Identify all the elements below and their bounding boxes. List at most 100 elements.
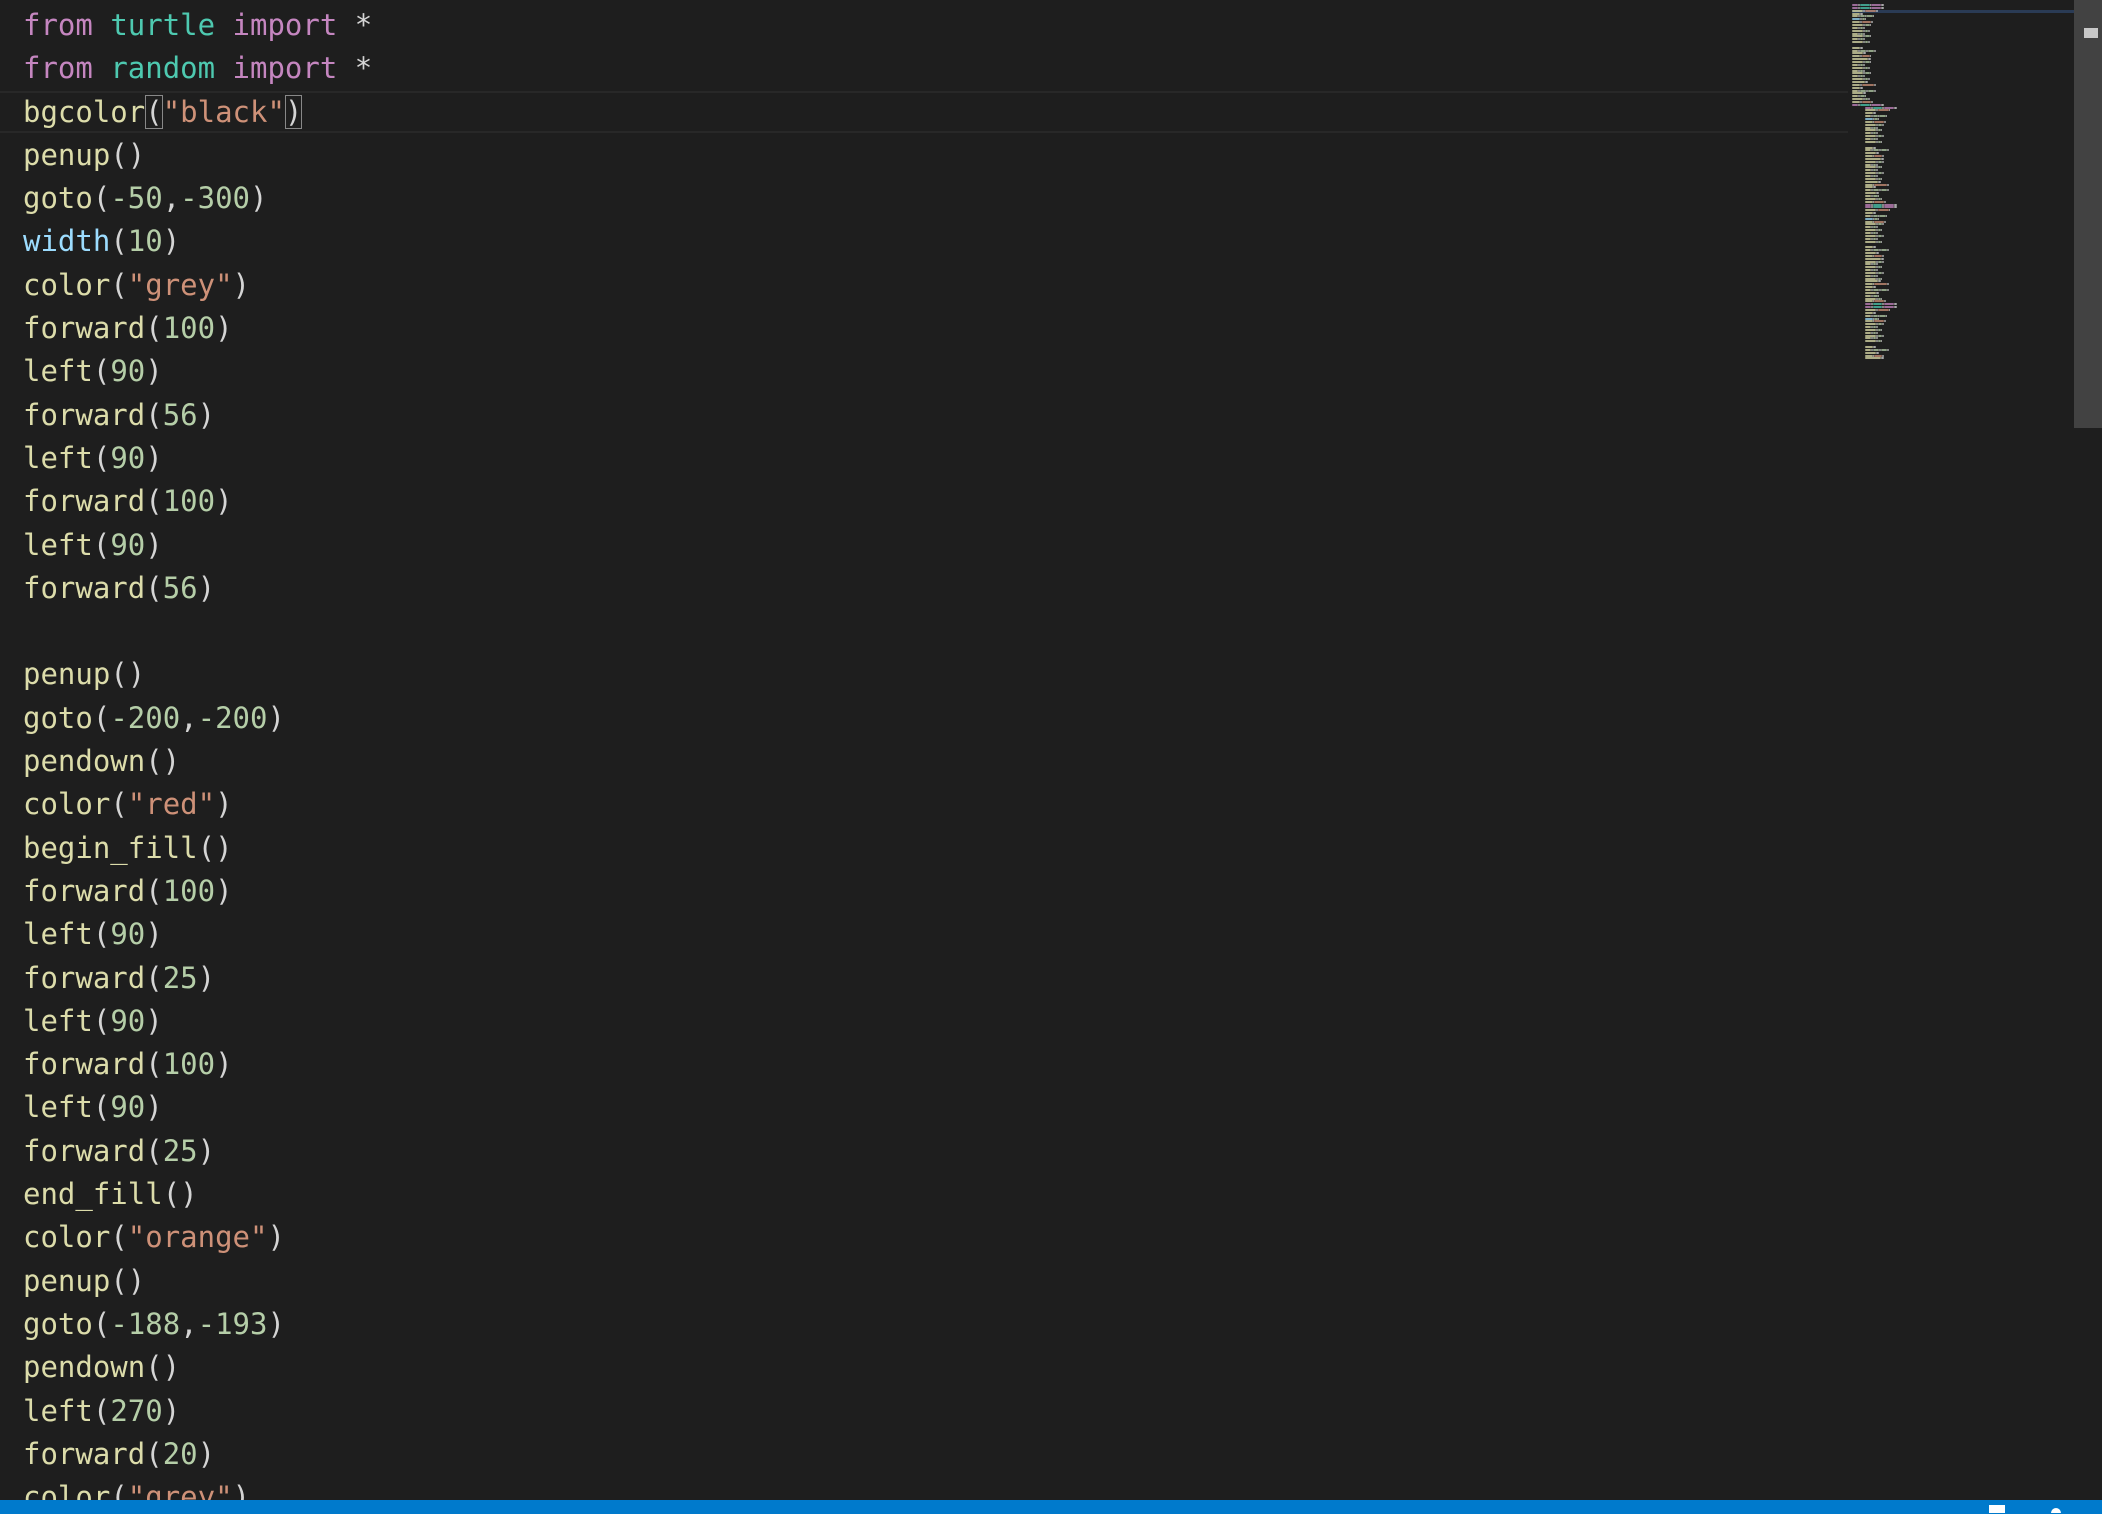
minimap-token <box>1872 146 1876 149</box>
code-token: color <box>23 787 111 822</box>
minimap-token <box>1864 234 1876 237</box>
code-line[interactable]: left(90) <box>23 1086 372 1129</box>
code-token: () <box>110 1263 146 1298</box>
feedback-icon[interactable] <box>1988 1503 2006 1514</box>
minimap-token <box>1868 98 1870 101</box>
code-line[interactable]: begin_fill() <box>23 827 372 870</box>
code-token: * <box>337 51 373 86</box>
minimap-token <box>1864 123 1876 126</box>
code-line[interactable]: forward(25) <box>23 957 372 1000</box>
code-line[interactable]: penup() <box>23 653 372 696</box>
minimap-token <box>1864 271 1876 274</box>
code-lines[interactable]: from turtle import * from random import *… <box>23 4 372 1500</box>
minimap-token <box>1880 166 1883 169</box>
minimap-token <box>1864 200 1873 203</box>
minimap-token <box>1876 175 1878 177</box>
minimap-token <box>1868 78 1870 81</box>
minimap-token <box>1876 326 1878 329</box>
code-line[interactable]: bgcolor("black") <box>23 91 372 134</box>
code-token: forward <box>23 1047 146 1082</box>
code-line[interactable]: forward(20) <box>23 1433 372 1476</box>
code-line[interactable]: left(270) <box>23 1390 372 1433</box>
minimap-token <box>1882 123 1884 126</box>
minimap-token <box>1884 300 1886 303</box>
code-token: ( <box>92 700 111 735</box>
minimap-token <box>1868 29 1870 32</box>
code-line[interactable]: penup() <box>23 1260 372 1303</box>
code-token: ( <box>110 224 128 259</box>
code-line[interactable]: goto(-188,-193) <box>23 1303 372 1346</box>
code-line[interactable]: color("grey") <box>23 264 372 307</box>
code-line[interactable]: forward(56) <box>23 394 372 437</box>
code-line[interactable]: forward(56) <box>23 567 372 610</box>
minimap-token <box>1864 95 1867 98</box>
code-line[interactable]: forward(100) <box>23 480 372 523</box>
code-token: 90 <box>110 917 146 952</box>
code-line[interactable]: from random import * <box>23 47 372 90</box>
code-line[interactable]: left(90) <box>23 524 372 567</box>
code-line[interactable]: left(90) <box>23 437 372 480</box>
minimap-token <box>1874 120 1884 123</box>
code-line[interactable]: forward(25) <box>23 1130 372 1173</box>
code-token: left <box>23 440 93 475</box>
code-line[interactable]: pendown() <box>23 1346 372 1389</box>
editor-pane[interactable]: from turtle import * from random import *… <box>0 0 1850 1500</box>
code-line[interactable]: from turtle import * <box>23 4 372 47</box>
code-line[interactable]: color("red") <box>23 783 372 826</box>
minimap-token <box>1893 203 1897 206</box>
code-token: forward <box>23 960 146 995</box>
minimap-token <box>1884 303 1894 306</box>
code-line[interactable]: left(90) <box>23 913 372 956</box>
code-line[interactable]: penup() <box>23 134 372 177</box>
code-token: ) <box>215 311 233 346</box>
code-line[interactable]: color("orange") <box>23 1216 372 1259</box>
code-line[interactable]: forward(100) <box>23 307 372 350</box>
minimap-token <box>1864 283 1873 286</box>
code-line[interactable]: end_fill() <box>23 1173 372 1216</box>
code-token: 90 <box>110 354 146 389</box>
vertical-scrollbar[interactable] <box>2074 0 2102 1500</box>
minimap-token <box>1864 18 1867 21</box>
code-line[interactable]: color("grey") <box>23 1476 372 1500</box>
minimap-token <box>1893 306 1897 309</box>
code-line[interactable]: forward(100) <box>23 1043 372 1086</box>
code-token: ( <box>110 1220 128 1255</box>
code-token: 56 <box>162 570 198 605</box>
code-line[interactable] <box>23 610 372 653</box>
minimap-token <box>1852 52 1864 55</box>
minimap-token <box>1868 66 1870 69</box>
minimap-token <box>1868 58 1872 61</box>
code-token: 25 <box>162 960 198 995</box>
code-token: ) <box>232 267 251 302</box>
code-line[interactable]: goto(-50,-300) <box>23 177 372 220</box>
code-token: left <box>23 1003 93 1038</box>
bell-icon[interactable] <box>2050 1503 2062 1514</box>
code-token: ) <box>197 1133 216 1168</box>
code-token: random <box>110 51 216 86</box>
minimap-token <box>1864 357 1881 360</box>
minimap-token <box>1864 118 1873 120</box>
code-line[interactable]: left(90) <box>23 350 372 393</box>
code-token: ) <box>215 1047 233 1082</box>
minimap-token <box>1876 263 1878 266</box>
scrollbar-thumb[interactable] <box>2074 0 2102 428</box>
minimap-token <box>1872 194 1878 197</box>
minimap-token <box>1864 160 1876 163</box>
minimap-token <box>1864 109 1876 112</box>
code-token: "grey" <box>127 267 233 302</box>
code-token: ( <box>145 311 163 346</box>
minimap-token <box>1872 246 1876 249</box>
code-line[interactable]: left(90) <box>23 1000 372 1043</box>
minimap-token <box>1876 237 1878 240</box>
code-line[interactable]: width(10) <box>23 220 372 263</box>
minimap-token <box>1888 209 1891 212</box>
code-line[interactable]: pendown() <box>23 740 372 783</box>
code-line[interactable]: forward(100) <box>23 870 372 913</box>
code-line[interactable]: goto(-200,-200) <box>23 697 372 740</box>
minimap[interactable] <box>1852 0 2074 1500</box>
minimap-token <box>1852 41 1864 44</box>
code-token: ) <box>232 1480 251 1500</box>
code-token: forward <box>23 484 146 519</box>
minimap-token <box>1880 197 1883 200</box>
minimap-token <box>1864 311 1873 314</box>
